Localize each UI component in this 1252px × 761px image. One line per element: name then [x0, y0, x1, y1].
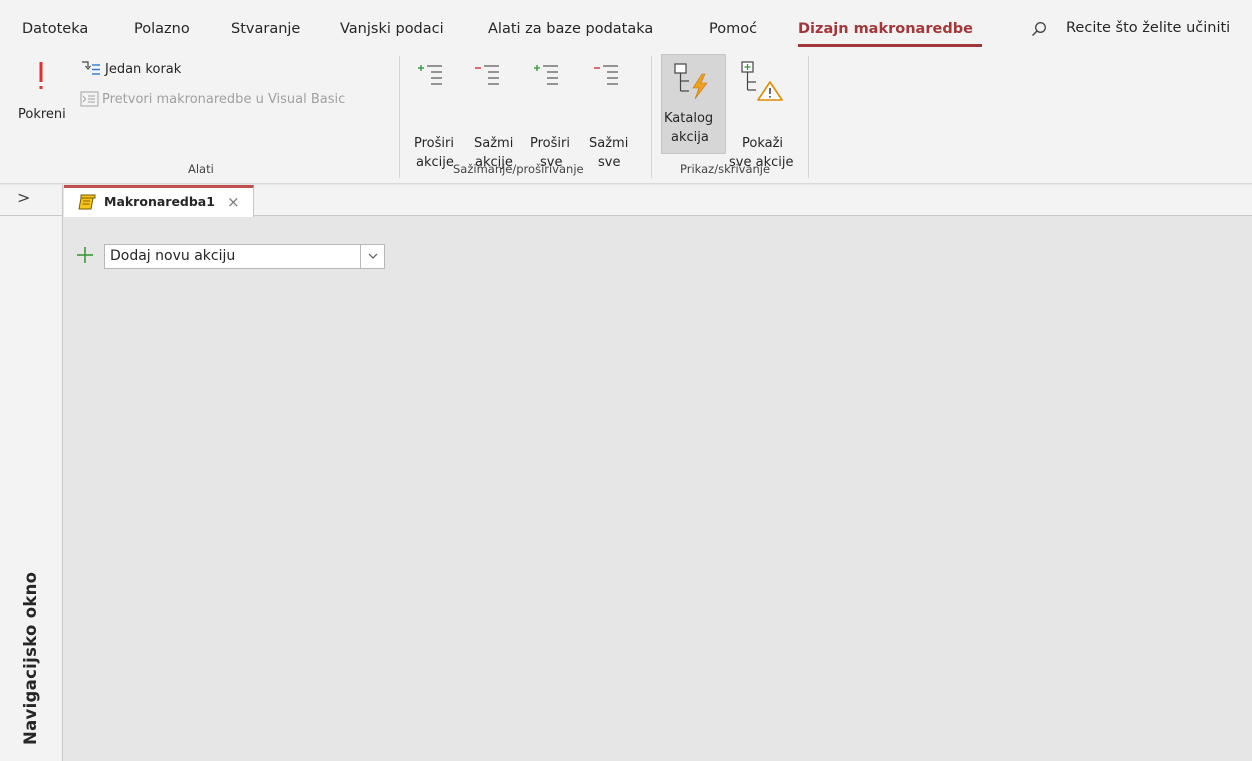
- group-label-show-hide: Prikaz/skrivanje: [680, 162, 771, 176]
- show-all-actions-icon: [741, 61, 783, 101]
- nav-pane-toggle[interactable]: >: [0, 185, 63, 216]
- add-new-action-combobox[interactable]: Dodaj novu akciju: [104, 244, 385, 269]
- collapse-all-label-1: Sažmi: [589, 136, 629, 151]
- expand-actions-label-2: akcije: [416, 155, 454, 170]
- navigation-pane: > Navigacijsko okno: [0, 185, 63, 761]
- tab-datoteka[interactable]: Datoteka: [22, 20, 88, 38]
- expand-all-label-1: Proširi: [530, 136, 570, 151]
- tab-alati-za-baze-podataka[interactable]: Alati za baze podataka: [488, 20, 653, 38]
- macro-scroll-icon: [78, 194, 96, 210]
- add-action-plus-icon[interactable]: [76, 246, 94, 264]
- group-label-alati: Alati: [188, 162, 214, 176]
- search-icon[interactable]: [1031, 21, 1047, 37]
- nav-pane-title[interactable]: Navigacijsko okno: [21, 545, 43, 745]
- macro-design-canvas: Dodaj novu akciju: [64, 217, 1252, 761]
- expand-actions-icon: [418, 65, 442, 85]
- single-step-label: Jedan korak: [105, 62, 182, 77]
- convert-to-vba-label: Pretvori makronaredbe u Visual Basic: [102, 92, 346, 107]
- group-separator: [651, 56, 652, 178]
- single-step-icon: [82, 61, 100, 75]
- ribbon-tab-bar: Datoteka Polazno Stvaranje Vanjski podac…: [0, 0, 1252, 48]
- action-catalog-label-1: Katalog: [664, 111, 714, 126]
- ribbon: Pokreni Jedan korak Pretvori makronaredb…: [0, 48, 1252, 184]
- add-new-action-text: Dodaj novu akciju: [110, 248, 236, 264]
- show-all-actions-label-1: Pokaži: [742, 136, 784, 151]
- group-label-collapse-expand: Sažimanje/proširivanje: [453, 162, 584, 176]
- tell-me-search[interactable]: Recite što želite učiniti: [1066, 20, 1230, 36]
- run-label: Pokreni: [18, 107, 66, 122]
- collapse-all-label-2: sve: [598, 155, 621, 170]
- add-new-action-dropdown-button[interactable]: [360, 245, 384, 268]
- tab-pomoc[interactable]: Pomoć: [709, 20, 757, 38]
- action-catalog-icon: [674, 63, 708, 100]
- chevron-right-icon: >: [17, 188, 31, 207]
- tab-dizajn-makronaredbe[interactable]: Dizajn makronaredbe: [798, 20, 973, 38]
- collapse-actions-icon: [475, 65, 499, 85]
- document-tab-strip: Makronaredba1 ×: [64, 185, 1252, 217]
- tab-stvaranje[interactable]: Stvaranje: [231, 20, 300, 38]
- collapse-all-icon: [594, 65, 618, 85]
- chevron-down-icon: [368, 253, 378, 259]
- close-icon[interactable]: ×: [227, 193, 240, 211]
- action-catalog-label-2: akcija: [671, 130, 709, 145]
- group-separator: [399, 56, 400, 178]
- document-tab-macro1[interactable]: Makronaredba1 ×: [64, 185, 254, 217]
- expand-all-icon: [534, 65, 558, 85]
- expand-actions-label-1: Proširi: [414, 136, 454, 151]
- group-separator: [808, 56, 809, 178]
- convert-macro-icon: [80, 91, 99, 107]
- run-exclamation-icon: [39, 62, 43, 89]
- active-tab-indicator: [798, 44, 982, 47]
- tab-vanjski-podaci[interactable]: Vanjski podaci: [340, 20, 444, 38]
- tab-polazno[interactable]: Polazno: [134, 20, 190, 38]
- document-tab-title: Makronaredba1: [104, 194, 215, 209]
- action-catalog-button[interactable]: Katalog akcija: [661, 54, 726, 154]
- collapse-actions-label-1: Sažmi: [474, 136, 514, 151]
